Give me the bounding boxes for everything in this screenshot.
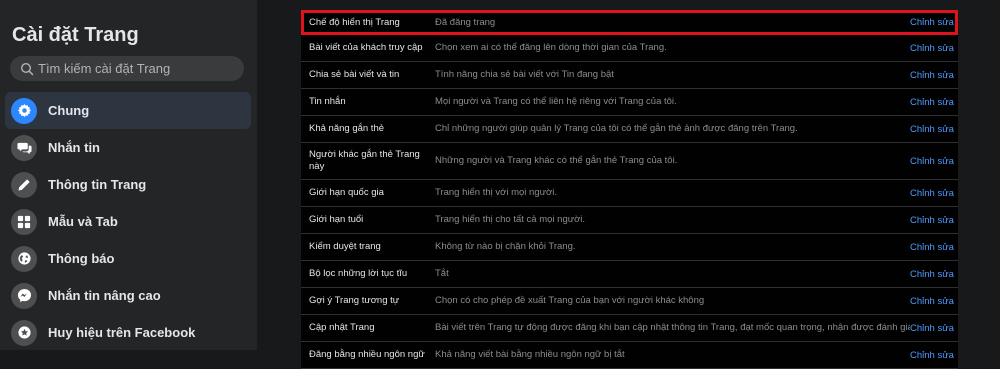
sidebar-item-advanced-messaging[interactable]: Nhắn tin nâng cao xyxy=(5,277,251,314)
sidebar-item-templates-tabs[interactable]: Mẫu và Tab xyxy=(5,203,251,240)
settings-row[interactable]: Chia sẻ bài viết và tin Tính năng chia sẻ… xyxy=(301,62,958,89)
sidebar-item-label: Thông báo xyxy=(48,251,115,266)
setting-value: Chỉ những người giúp quản lý Trang của t… xyxy=(435,123,798,134)
edit-link[interactable]: Chỉnh sửa xyxy=(910,323,958,334)
setting-value: Chọn xem ai có thể đăng lên dòng thời gi… xyxy=(435,42,667,53)
sidebar-nav: Chung Nhắn tin Thông tin Trang Mẫu và Ta… xyxy=(5,92,251,351)
setting-name: Cập nhật Trang xyxy=(309,322,375,333)
sidebar-item-label: Huy hiệu trên Facebook xyxy=(48,325,196,340)
sidebar-item-facebook-badges[interactable]: Huy hiệu trên Facebook xyxy=(5,314,251,351)
sidebar-item-label: Nhắn tin xyxy=(48,140,100,155)
settings-row[interactable]: Kiểm duyệt trang Không từ nào bị chặn khỏ… xyxy=(301,234,958,261)
gear-icon xyxy=(11,97,37,124)
edit-link[interactable]: Chỉnh sửa xyxy=(910,43,958,54)
edit-link[interactable]: Chỉnh sửa xyxy=(910,242,958,253)
settings-table: Chế độ hiển thị Trang Đã đăng trang Chỉnh … xyxy=(301,10,958,369)
edit-link[interactable]: Chỉnh sửa xyxy=(910,188,958,199)
settings-row[interactable]: Chế độ hiển thị Trang Đã đăng trang Chỉnh … xyxy=(301,10,958,35)
setting-name: Giới hạn tuổi xyxy=(309,214,364,225)
sidebar-item-page-info[interactable]: Thông tin Trang xyxy=(5,166,251,203)
settings-row[interactable]: Người khác gắn thẻ Trang này Những người … xyxy=(301,143,958,180)
setting-value: Bài viết trên Trang tự động được đăng kh… xyxy=(435,322,910,333)
setting-value: Những người và Trang khác có thể gắn thẻ… xyxy=(435,155,678,166)
setting-name: Đăng bằng nhiều ngôn ngữ xyxy=(309,349,425,360)
setting-name: Khả năng gắn thẻ xyxy=(309,123,385,134)
sidebar-item-label: Chung xyxy=(48,103,90,118)
setting-name: Chia sẻ bài viết và tin xyxy=(309,69,400,80)
edit-link[interactable]: Chỉnh sửa xyxy=(910,70,958,81)
edit-link[interactable]: Chỉnh sửa xyxy=(910,156,958,167)
globe-icon xyxy=(11,245,37,272)
setting-name: Bộ lọc những lời tục tĩu xyxy=(309,268,408,279)
settings-row[interactable]: Giới hạn tuổi Trang hiển thị cho tất cả m… xyxy=(301,207,958,234)
sidebar-item-label: Mẫu và Tab xyxy=(48,214,118,229)
edit-link[interactable]: Chỉnh sửa xyxy=(910,17,958,28)
chat-icon xyxy=(11,134,37,161)
setting-name: Bài viết của khách truy cập xyxy=(309,42,423,53)
setting-value: Chọn có cho phép đề xuất Trang của bạn v… xyxy=(435,295,705,306)
messenger-icon xyxy=(11,282,37,309)
settings-row[interactable]: Bài viết của khách truy cập Chọn xem ai c… xyxy=(301,35,958,62)
grid-icon xyxy=(11,208,37,235)
sidebar-item-label: Thông tin Trang xyxy=(48,177,147,192)
search-icon xyxy=(20,62,34,76)
setting-value: Khả năng viết bài bằng nhiều ngôn ngữ bị… xyxy=(435,349,625,360)
settings-row[interactable]: Cập nhật Trang Bài viết trên Trang tự độn… xyxy=(301,315,958,342)
settings-row[interactable]: Gợi ý Trang tương tự Chọn có cho phép đề … xyxy=(301,288,958,315)
edit-link[interactable]: Chỉnh sửa xyxy=(910,124,958,135)
sidebar: Cài đặt Trang Chung Nhắn tin Thông tin T… xyxy=(0,0,257,350)
edit-link[interactable]: Chỉnh sửa xyxy=(910,97,958,108)
setting-value: Đã đăng trang xyxy=(435,16,496,28)
setting-value: Trang hiển thị cho tất cả mọi người. xyxy=(435,214,586,225)
search-input[interactable] xyxy=(38,61,238,76)
setting-name: Chế độ hiển thị Trang xyxy=(309,16,400,28)
setting-name: Kiểm duyệt trang xyxy=(309,241,381,252)
setting-value: Trang hiển thị với mọi người. xyxy=(435,187,557,198)
main-content: Chế độ hiển thị Trang Đã đăng trang Chỉnh … xyxy=(257,0,1000,369)
setting-name: Giới hạn quốc gia xyxy=(309,187,384,198)
settings-row[interactable]: Đăng bằng nhiều ngôn ngữ Khả năng viết bà… xyxy=(301,342,958,369)
edit-link[interactable]: Chỉnh sửa xyxy=(910,296,958,307)
sidebar-item-general[interactable]: Chung xyxy=(5,92,251,129)
edit-link[interactable]: Chỉnh sửa xyxy=(910,350,958,361)
setting-value: Tắt xyxy=(435,268,449,279)
sidebar-item-messaging[interactable]: Nhắn tin xyxy=(5,129,251,166)
setting-name: Người khác gắn thẻ Trang này xyxy=(309,149,420,172)
search-box[interactable] xyxy=(10,56,244,81)
edit-link[interactable]: Chỉnh sửa xyxy=(910,269,958,280)
pencil-icon xyxy=(11,171,37,198)
edit-link[interactable]: Chỉnh sửa xyxy=(910,215,958,226)
sidebar-item-notifications[interactable]: Thông báo xyxy=(5,240,251,277)
setting-name: Tin nhắn xyxy=(309,96,346,107)
settings-row[interactable]: Khả năng gắn thẻ Chỉ những người giúp quả… xyxy=(301,116,958,143)
settings-row[interactable]: Bộ lọc những lời tục tĩu Tắt Chỉnh sửa xyxy=(301,261,958,288)
sidebar-title: Cài đặt Trang xyxy=(12,24,139,46)
settings-row[interactable]: Giới hạn quốc gia Trang hiển thị với mọi … xyxy=(301,180,958,207)
badge-icon xyxy=(11,319,37,346)
setting-value: Không từ nào bị chặn khỏi Trang. xyxy=(435,241,576,252)
settings-row[interactable]: Tin nhắn Mọi người và Trang có thể liên h… xyxy=(301,89,958,116)
setting-value: Mọi người và Trang có thể liên hệ riêng … xyxy=(435,96,677,107)
setting-name: Gợi ý Trang tương tự xyxy=(309,295,400,306)
setting-value: Tính năng chia sẻ bài viết với Tin đang … xyxy=(435,69,614,80)
sidebar-item-label: Nhắn tin nâng cao xyxy=(48,288,161,303)
